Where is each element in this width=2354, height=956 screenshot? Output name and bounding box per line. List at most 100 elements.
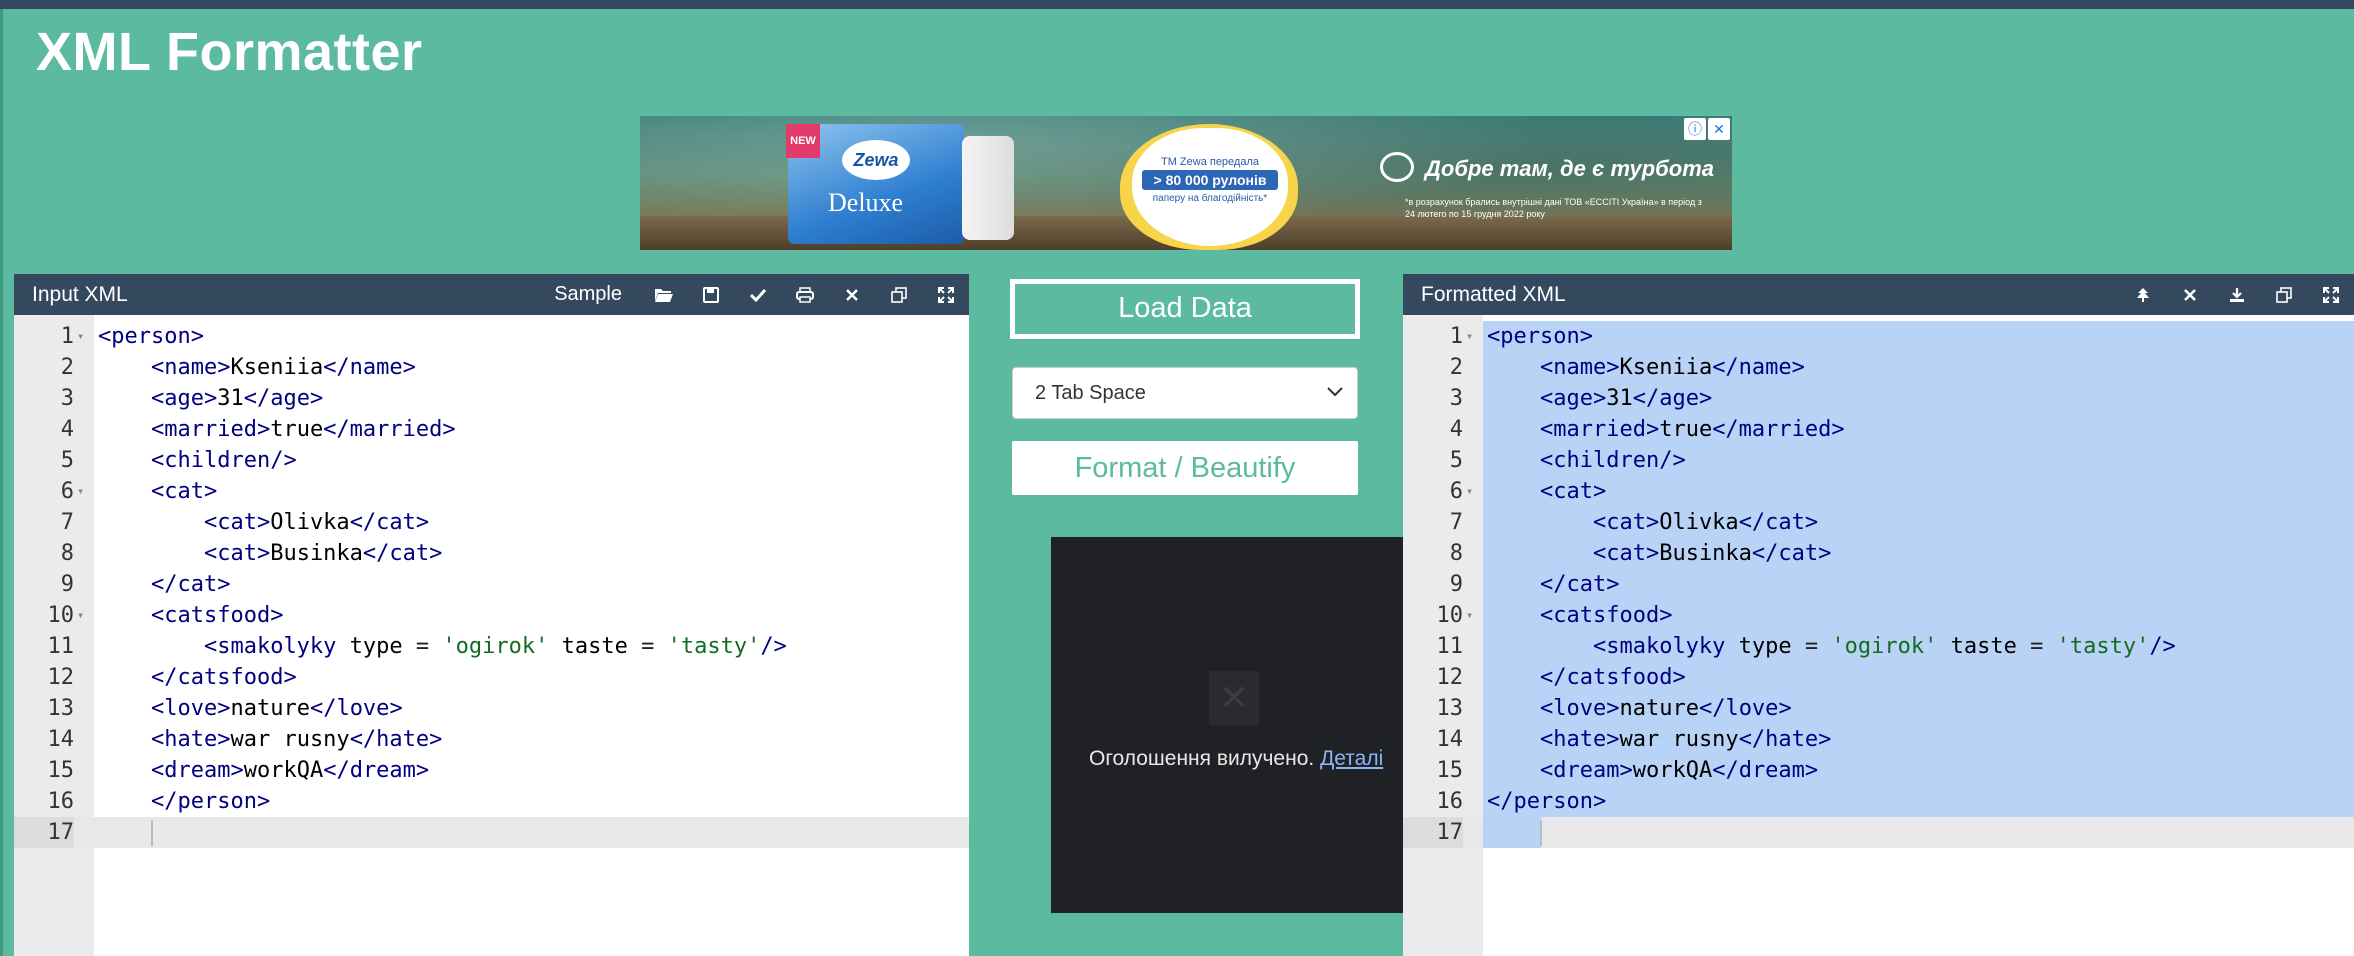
line-number: 5 (60, 448, 74, 473)
close-icon[interactable]: ✕ (1708, 118, 1730, 140)
code-text: <dream>workQA</dream> (150, 758, 430, 783)
line-number: 2 (60, 355, 74, 380)
code-text: <married>true</married> (150, 417, 456, 442)
line-number: 6 (60, 479, 74, 504)
code-line: 2 <name>Kseniia</name> (1403, 352, 2354, 383)
code-line: 2 <name>Kseniia</name> (14, 352, 969, 383)
line-number: 15 (47, 758, 75, 783)
sample-link[interactable]: Sample (554, 283, 622, 306)
line-number: 2 (1449, 355, 1463, 380)
code-text: <smakolyky type = 'ogirok' taste = 'tast… (203, 634, 787, 659)
ad-new-tag: NEW (786, 124, 820, 158)
download-icon[interactable] (2213, 274, 2260, 315)
line-number: 12 (1436, 665, 1464, 690)
line-number: 8 (1449, 541, 1463, 566)
line-number: 17 (1403, 817, 1463, 848)
line-number: 13 (47, 696, 75, 721)
ad-details-link[interactable]: Деталі (1320, 747, 1383, 770)
fullscreen-icon[interactable] (922, 274, 969, 315)
ad-slogan: Добре там, де є турбота (1425, 156, 1715, 181)
formatted-xml-panel: Formatted XML 1 ▾ <person> 2 <name>Kseniia<… (1403, 274, 2354, 956)
ad-banner[interactable]: Zewa Deluxe NEW ТМ Zewa передала > 80 00… (640, 116, 1732, 250)
fold-arrow-icon[interactable]: ▾ (1466, 600, 1473, 631)
copy-icon[interactable] (875, 274, 922, 315)
code-text: <hate>war rusny</hate> (1539, 727, 1832, 752)
load-data-button[interactable]: Load Data (1012, 281, 1358, 337)
code-text: <person> (1487, 324, 1593, 349)
print-icon[interactable] (781, 274, 828, 315)
line-number: 1 (1449, 324, 1463, 349)
line-number: 7 (1449, 510, 1463, 535)
fold-arrow-icon[interactable]: ▾ (1466, 321, 1473, 352)
code-text: <married>true</married> (1539, 417, 1845, 442)
code-text: <person> (98, 324, 204, 349)
code-text: <dream>workQA</dream> (1539, 758, 1819, 783)
code-line: 5 <children/> (14, 445, 969, 476)
indent-select-value: 2 Tab Space (1035, 381, 1146, 404)
info-icon[interactable]: ⓘ (1684, 118, 1706, 140)
code-line: 16 </person> (1403, 786, 2354, 817)
code-line: 1 ▾ <person> (14, 321, 969, 352)
code-line: 7 <cat>Olivka</cat> (14, 507, 969, 538)
ad-rolls-image (962, 136, 1014, 240)
ad-controls: ⓘ ✕ (1684, 118, 1730, 140)
ad-brand-logo: Zewa (842, 140, 910, 180)
line-number: 15 (1436, 758, 1464, 783)
fold-arrow-icon[interactable]: ▾ (77, 600, 84, 631)
code-line: 12 </catsfood> (14, 662, 969, 693)
formatted-xml-editor[interactable]: 1 ▾ <person> 2 <name>Kseniia</name> 3 <age>3… (1403, 315, 2354, 956)
line-number: 4 (60, 417, 74, 442)
format-beautify-button[interactable]: Format / Beautify (1012, 441, 1358, 495)
code-text: <catsfood> (150, 603, 284, 628)
fullscreen-icon[interactable] (2307, 274, 2354, 315)
chevron-down-icon (1327, 380, 1343, 403)
code-text: <age>31</age> (1539, 386, 1713, 411)
code-line: 15 <dream>workQA</dream> (14, 755, 969, 786)
line-number: 11 (47, 634, 75, 659)
code-line: 4 <married>true</married> (1403, 414, 2354, 445)
code-line: 13 <love>nature</love> (14, 693, 969, 724)
code-line: 6 ▾ <cat> (14, 476, 969, 507)
code-text: <age>31</age> (150, 386, 324, 411)
line-number: 6 (1449, 479, 1463, 504)
code-line: 10 ▾ <catsfood> (1403, 600, 2354, 631)
input-xml-panel: Input XML Sample 1 ▾ <person> 2 <name>Kseni… (14, 274, 969, 956)
input-panel-title: Input XML (32, 282, 128, 306)
tree-icon[interactable] (2119, 274, 2166, 315)
clear-icon[interactable] (2166, 274, 2213, 315)
code-line: 15 <dream>workQA</dream> (1403, 755, 2354, 786)
code-text: <name>Kseniia</name> (150, 355, 416, 380)
code-line: 10 ▾ <catsfood> (14, 600, 969, 631)
line-number: 14 (47, 727, 75, 752)
fold-arrow-icon[interactable]: ▾ (77, 476, 84, 507)
copy-icon[interactable] (2260, 274, 2307, 315)
save-icon[interactable] (687, 274, 734, 315)
code-text: </catsfood> (1539, 665, 1686, 690)
input-xml-editor[interactable]: 1 ▾ <person> 2 <name>Kseniia</name> 3 <age>3… (14, 315, 969, 956)
code-line: 11 <smakolyky type = 'ogirok' taste = 't… (14, 631, 969, 662)
code-text: <catsfood> (1539, 603, 1673, 628)
line-number: 5 (1449, 448, 1463, 473)
code-text: <children/> (1539, 448, 1686, 473)
indent-select[interactable]: 2 Tab Space (1012, 367, 1358, 419)
code-text: </catsfood> (150, 665, 297, 690)
code-text: </person> (1487, 789, 1607, 814)
code-line: 3 <age>31</age> (14, 383, 969, 414)
fold-arrow-icon[interactable]: ▾ (1466, 476, 1473, 507)
clear-icon[interactable] (828, 274, 875, 315)
folder-open-icon[interactable] (640, 274, 687, 315)
code-line: 17 (14, 817, 969, 848)
check-icon[interactable] (734, 274, 781, 315)
ad-fine-print: *в розрахунок брались внутрішні дані ТОВ… (1405, 197, 1702, 219)
line-number: 17 (14, 817, 74, 848)
removed-ad-text: Оголошення вилучено. (1089, 747, 1315, 770)
page-title: XML Formatter (36, 22, 423, 82)
line-number: 10 (1436, 603, 1464, 628)
code-line: 3 <age>31</age> (1403, 383, 2354, 414)
code-line: 11 <smakolyky type = 'ogirok' taste = 't… (1403, 631, 2354, 662)
ad-heart-line3: паперу на благодійність* (1152, 193, 1268, 204)
code-text: <cat>Businka</cat> (1592, 541, 1832, 566)
ad-heart-line2: > 80 000 рулонів (1142, 170, 1278, 190)
fold-arrow-icon[interactable]: ▾ (77, 321, 84, 352)
top-bar (0, 0, 2354, 9)
